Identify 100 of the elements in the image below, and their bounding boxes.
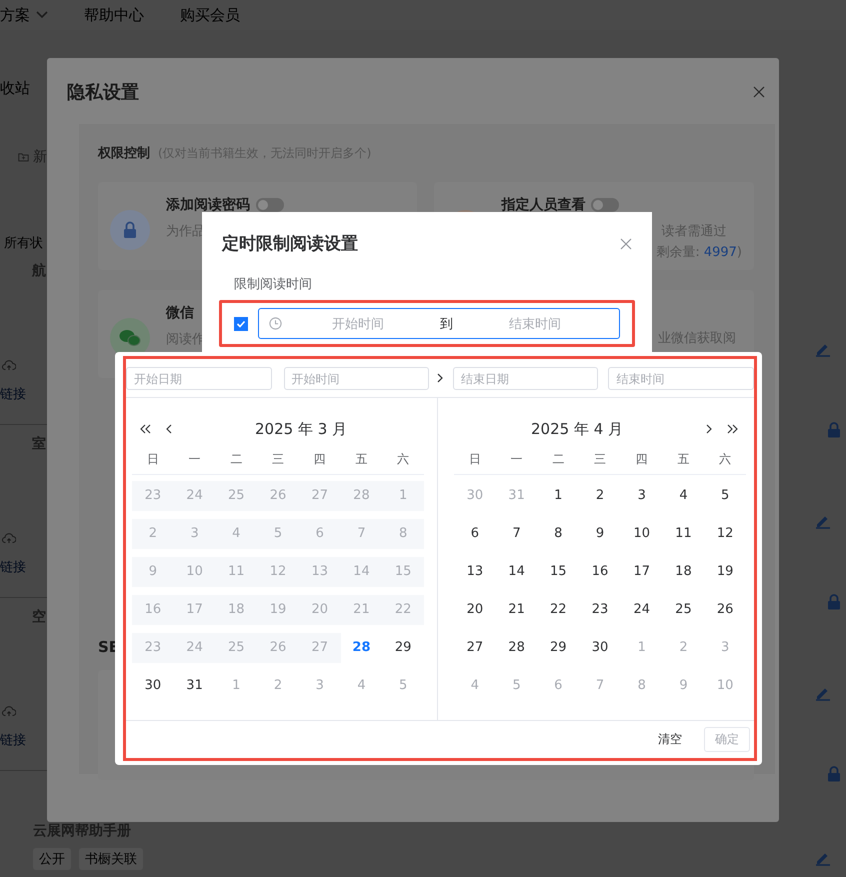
calendar-day[interactable]: 23 — [132, 481, 174, 511]
calendar-day[interactable]: 4 — [662, 481, 704, 511]
calendar-day[interactable]: 2 — [257, 671, 299, 701]
calendar-day[interactable]: 31 — [496, 481, 538, 511]
calendar-day[interactable]: 13 — [454, 557, 496, 587]
calendar-day[interactable]: 3 — [298, 671, 341, 701]
start-date-input[interactable]: 开始日期 — [126, 366, 272, 390]
calendar-day[interactable]: 30 — [579, 633, 621, 663]
calendar-day[interactable]: 26 — [704, 595, 746, 625]
calendar-day[interactable]: 19 — [257, 595, 299, 625]
calendar-day[interactable]: 27 — [298, 481, 341, 511]
calendar-day[interactable]: 25 — [215, 633, 258, 663]
calendar-day[interactable]: 21 — [340, 595, 382, 625]
calendar-day[interactable]: 1 — [537, 481, 580, 511]
calendar-day[interactable]: 3 — [704, 633, 746, 663]
calendar-day[interactable]: 8 — [382, 519, 424, 549]
calendar-day[interactable]: 5 — [704, 481, 746, 511]
calendar-day[interactable]: 1 — [620, 633, 663, 663]
calendar-day[interactable]: 6 — [454, 519, 496, 549]
calendar-day[interactable]: 3 — [174, 519, 216, 549]
calendar-day[interactable]: 23 — [132, 633, 174, 663]
calendar-day[interactable]: 2 — [132, 519, 174, 549]
calendar-day[interactable]: 24 — [174, 633, 216, 663]
calendar-day[interactable]: 4 — [454, 671, 496, 701]
calendar-day[interactable]: 17 — [174, 595, 216, 625]
calendar-day[interactable]: 10 — [620, 519, 663, 549]
calendar-day[interactable]: 10 — [174, 557, 216, 587]
calendar-day[interactable]: 26 — [257, 633, 299, 663]
calendar-day[interactable]: 9 — [662, 671, 704, 701]
calendar-day[interactable]: 1 — [215, 671, 258, 701]
month-title: 2025 年 4 月 — [530, 420, 624, 438]
calendar-day[interactable]: 30 — [454, 481, 496, 511]
calendar-day[interactable]: 29 — [382, 633, 424, 663]
calendar-day[interactable]: 27 — [298, 633, 341, 663]
calendar-day[interactable]: 21 — [496, 595, 538, 625]
calendar-day[interactable]: 8 — [537, 519, 580, 549]
end-date-input[interactable]: 结束日期 — [452, 366, 598, 390]
calendar-day[interactable]: 5 — [496, 671, 538, 701]
calendar-day[interactable]: 11 — [215, 557, 258, 587]
calendar-day[interactable]: 12 — [704, 519, 746, 549]
calendar-day[interactable]: 16 — [579, 557, 621, 587]
calendar-day[interactable]: 16 — [132, 595, 174, 625]
calendar-day[interactable]: 6 — [537, 671, 580, 701]
calendar-day[interactable]: 9 — [132, 557, 174, 587]
end-time-input[interactable]: 结束时间 — [608, 366, 754, 390]
calendar-day[interactable]: 26 — [257, 481, 299, 511]
nav-link[interactable]: 帮助中心 — [84, 6, 144, 24]
calendar-day[interactable]: 15 — [382, 557, 424, 587]
copy-link[interactable]: 链接 — [0, 558, 47, 576]
calendar-day[interactable]: 4 — [340, 671, 382, 701]
calendar-day[interactable]: 2 — [662, 633, 704, 663]
clear-button[interactable]: 清空 — [658, 731, 682, 748]
calendar-day[interactable]: 1 — [382, 481, 424, 511]
calendar-day[interactable]: 18 — [662, 557, 704, 587]
calendar-day[interactable]: 22 — [382, 595, 424, 625]
calendar-day[interactable]: 5 — [382, 671, 424, 701]
calendar-day[interactable]: 13 — [298, 557, 341, 587]
calendar-day[interactable]: 15 — [537, 557, 580, 587]
copy-link[interactable]: 链接 — [0, 731, 47, 749]
start-time-input[interactable]: 开始时间 — [284, 366, 429, 390]
calendar-day[interactable]: 7 — [340, 519, 382, 549]
calendar-day[interactable]: 24 — [174, 481, 216, 511]
calendar-day[interactable]: 29 — [537, 633, 580, 663]
calendar-day[interactable]: 2 — [579, 481, 621, 511]
calendar-day[interactable]: 10 — [704, 671, 746, 701]
calendar-day[interactable]: 25 — [662, 595, 704, 625]
calendar-day[interactable]: 14 — [340, 557, 382, 587]
calendar-day[interactable]: 7 — [579, 671, 621, 701]
calendar-day[interactable]: 31 — [174, 671, 216, 701]
calendar-day[interactable]: 12 — [257, 557, 299, 587]
calendar-day[interactable]: 19 — [704, 557, 746, 587]
calendar-day[interactable]: 17 — [620, 557, 663, 587]
calendar-day[interactable]: 20 — [454, 595, 496, 625]
recycle-tab[interactable]: 收站 — [0, 79, 47, 98]
calendar-day[interactable]: 4 — [215, 519, 258, 549]
time-range-field[interactable]: 开始时间 到 结束时间 — [258, 308, 620, 339]
copy-link[interactable]: 链接 — [0, 385, 47, 403]
calendar-day[interactable]: 9 — [579, 519, 621, 549]
calendar-day[interactable]: 11 — [662, 519, 704, 549]
calendar-day[interactable]: 30 — [132, 671, 174, 701]
calendar-day[interactable]: 18 — [215, 595, 258, 625]
calendar-day[interactable]: 28 — [340, 481, 382, 511]
calendar-day[interactable]: 23 — [579, 595, 621, 625]
calendar-day[interactable]: 7 — [496, 519, 538, 549]
calendar-day[interactable]: 3 — [620, 481, 663, 511]
calendar-day[interactable]: 14 — [496, 557, 538, 587]
calendar-day[interactable]: 28 — [340, 633, 382, 663]
calendar-day[interactable]: 28 — [496, 633, 538, 663]
nav-link[interactable]: 方案 — [0, 6, 48, 24]
calendar-day[interactable]: 27 — [454, 633, 496, 663]
calendar-day[interactable]: 25 — [215, 481, 258, 511]
calendar-day[interactable]: 8 — [620, 671, 663, 701]
weekday-label: 日 — [146, 450, 160, 468]
calendar-day[interactable]: 5 — [257, 519, 299, 549]
status-filter[interactable]: 所有状 — [0, 234, 47, 252]
calendar-day[interactable]: 22 — [537, 595, 580, 625]
calendar-day[interactable]: 20 — [298, 595, 341, 625]
calendar-day[interactable]: 24 — [620, 595, 663, 625]
nav-link[interactable]: 购买会员 — [180, 6, 240, 24]
calendar-day[interactable]: 6 — [298, 519, 341, 549]
